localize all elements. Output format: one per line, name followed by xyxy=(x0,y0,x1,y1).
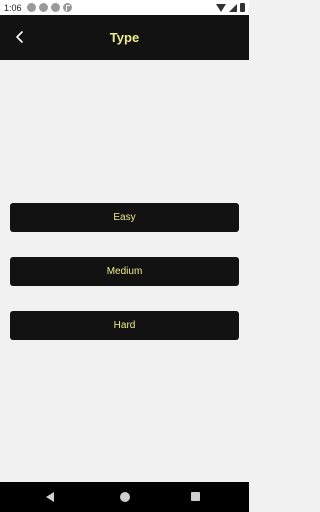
medium-button[interactable]: Medium xyxy=(10,257,239,286)
app-notification-icon xyxy=(62,3,72,12)
battery-icon xyxy=(240,3,245,12)
back-button[interactable] xyxy=(6,23,34,51)
hard-button[interactable]: Hard xyxy=(10,311,239,340)
notification-dot-icon xyxy=(26,3,36,12)
page-title: Type xyxy=(109,30,140,45)
easy-button[interactable]: Easy xyxy=(10,203,239,232)
notification-dot-icon xyxy=(38,3,48,12)
status-icons xyxy=(216,3,245,12)
status-bar: 1:06 xyxy=(0,0,249,15)
system-nav-bar xyxy=(0,482,249,512)
chevron-left-icon xyxy=(16,31,23,43)
app-bar: Type xyxy=(0,15,249,60)
recents-square-icon[interactable] xyxy=(191,492,200,501)
status-time: 1:06 xyxy=(4,2,22,13)
notification-dot-icon xyxy=(50,3,60,12)
wifi-icon xyxy=(216,3,226,12)
signal-icon xyxy=(229,3,237,12)
back-triangle-icon[interactable] xyxy=(46,492,54,502)
home-circle-icon[interactable] xyxy=(120,492,130,502)
